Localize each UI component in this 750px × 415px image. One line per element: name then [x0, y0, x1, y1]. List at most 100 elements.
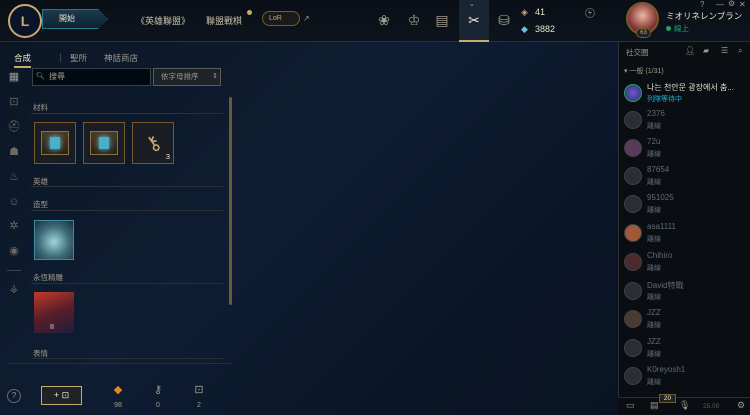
- eternal-filter-icon[interactable]: ✲: [6, 218, 22, 234]
- friend-status: 離線: [647, 351, 661, 358]
- search-icon: 🔍︎: [36, 73, 45, 80]
- friend-status: 列隊等待中: [647, 96, 682, 103]
- avatar: [624, 367, 642, 385]
- icon-filter-icon[interactable]: ◉: [6, 243, 22, 259]
- add-folder-icon[interactable]: ▰: [703, 46, 709, 55]
- friend-name: K0reyosh1: [647, 365, 686, 374]
- list-item[interactable]: 2376 離線: [621, 107, 748, 133]
- friend-name: 87654: [647, 165, 670, 174]
- list-item[interactable]: Chihiro 離線: [621, 249, 748, 275]
- league-logo-icon[interactable]: L: [8, 4, 42, 38]
- add-label: +: [53, 390, 60, 400]
- nav-tft[interactable]: 聯盟戰棋: [206, 14, 242, 27]
- search-input[interactable]: 搜尋: [32, 68, 151, 86]
- add-friend-icon[interactable]: 👤︎: [685, 46, 695, 55]
- champion-filter-icon[interactable]: ⛑: [6, 119, 22, 135]
- username: ミオリネレンブラン: [666, 11, 743, 21]
- tft-filter-icon[interactable]: ⚶: [6, 281, 22, 297]
- section-materials: 材料: [33, 103, 48, 112]
- user-status: 線上: [674, 24, 689, 33]
- chat-icon[interactable]: ▭: [626, 400, 635, 411]
- ward-skin-item[interactable]: [34, 220, 74, 260]
- tab-sanctum[interactable]: 聖所: [70, 52, 87, 64]
- avatar: [624, 111, 642, 129]
- orange-essence-icon: ◆: [113, 384, 123, 396]
- sort-select[interactable]: 依字母排序: [153, 68, 221, 86]
- chest-icon: ⊡: [61, 390, 70, 400]
- chest-count: 2: [197, 402, 201, 409]
- loot-icon[interactable]: ✂: [463, 9, 485, 31]
- social-title: 社交圈: [626, 48, 649, 57]
- chest-icon: ⊡: [194, 384, 204, 396]
- blue-essence-icon: ◆: [521, 24, 528, 34]
- list-item[interactable]: K0reyosh1 離線: [621, 363, 748, 389]
- folder-icon[interactable]: ▤: [650, 400, 659, 411]
- all-filter-icon[interactable]: ▦: [6, 69, 22, 85]
- tab-mythic-shop[interactable]: 神話商店: [104, 52, 138, 64]
- list-item[interactable]: David特戰 離線: [621, 278, 748, 304]
- group-label: 一般 (1/31): [629, 68, 664, 75]
- key-count: 0: [156, 402, 160, 409]
- avatar: [624, 253, 642, 271]
- friend-name: Chihiro: [647, 251, 673, 260]
- section-divider: [31, 113, 223, 114]
- help-button[interactable]: ?: [7, 389, 21, 403]
- section-skins: 造型: [33, 200, 48, 209]
- list-item[interactable]: asa1111 離線: [621, 220, 748, 246]
- search-icon[interactable]: ⌕: [738, 46, 742, 56]
- avatar: [624, 167, 642, 185]
- collection-icon[interactable]: ▤: [431, 9, 453, 31]
- hextech-chest-item[interactable]: [34, 122, 76, 164]
- settings-icon[interactable]: ⚙: [728, 0, 735, 8]
- list-item[interactable]: 87654 離線: [621, 163, 748, 189]
- hextech-chest-item[interactable]: [83, 122, 125, 164]
- help-icon[interactable]: ?: [700, 0, 704, 9]
- client-version: 25.09: [703, 403, 720, 410]
- chevron-down-icon: ⌄: [469, 1, 475, 8]
- nav-league-of-legends[interactable]: 《英雄聯盟》: [136, 14, 190, 27]
- eternal-series-badge: II: [50, 324, 54, 331]
- home-icon[interactable]: ❀: [373, 9, 395, 31]
- emote-filter-icon[interactable]: ☺: [6, 194, 22, 210]
- sort-arrows-icon: ⇕: [212, 73, 218, 80]
- external-link-icon: ↗: [303, 14, 310, 23]
- level-badge: 63: [636, 28, 651, 38]
- rp-icon: ◈: [521, 7, 528, 17]
- list-item[interactable]: 951025 離線: [621, 191, 748, 217]
- settings-icon[interactable]: ⚙: [737, 400, 745, 411]
- friend-status: 離線: [647, 207, 661, 214]
- section-divider: [31, 186, 223, 187]
- tab-crafting[interactable]: 合成: [14, 52, 32, 68]
- item-count: 3: [165, 152, 170, 161]
- list-item[interactable]: JZZ 離線: [621, 306, 748, 332]
- play-button[interactable]: 開始: [42, 9, 108, 29]
- ward-filter-icon[interactable]: ♨: [6, 169, 22, 185]
- list-item[interactable]: 나는 천안문 광장에서 춤... 列隊等待中: [621, 80, 748, 106]
- loot-scrollbar[interactable]: [229, 97, 232, 305]
- key-fragment-item[interactable]: ⚷ 3: [132, 122, 174, 164]
- chest-filter-icon[interactable]: ⊡: [6, 94, 22, 110]
- store-icon[interactable]: ⛁: [493, 9, 515, 31]
- mic-icon[interactable]: 🎙︎: [679, 400, 690, 411]
- add-chest-button[interactable]: + ⊡: [41, 386, 82, 405]
- friend-name: 2376: [647, 109, 665, 118]
- friend-status: 離線: [647, 123, 661, 130]
- list-view-icon[interactable]: ☰: [721, 46, 728, 55]
- friend-group-header[interactable]: ▾ 一般 (1/31): [624, 66, 664, 76]
- minimize-icon[interactable]: —: [716, 0, 724, 9]
- list-item[interactable]: 72u 離線: [621, 135, 748, 161]
- eternals-item[interactable]: II: [34, 292, 74, 333]
- skin-filter-icon[interactable]: ☗: [6, 144, 22, 160]
- friend-status: 離線: [647, 265, 661, 272]
- list-item[interactable]: JZZ 離線: [621, 335, 748, 361]
- blue-essence-amount: 3882: [535, 24, 556, 34]
- friend-name: JZZ: [647, 337, 661, 346]
- trophy-icon[interactable]: ♔: [403, 9, 425, 31]
- add-rp-button[interactable]: +: [585, 8, 595, 18]
- close-icon[interactable]: ✕: [739, 0, 746, 9]
- chat-count-badge: 20: [659, 394, 676, 403]
- avatar: [624, 84, 642, 102]
- friend-name: 나는 천안문 광장에서 춤...: [647, 83, 734, 92]
- lor-button[interactable]: LoR: [262, 11, 300, 26]
- avatar: [624, 139, 642, 157]
